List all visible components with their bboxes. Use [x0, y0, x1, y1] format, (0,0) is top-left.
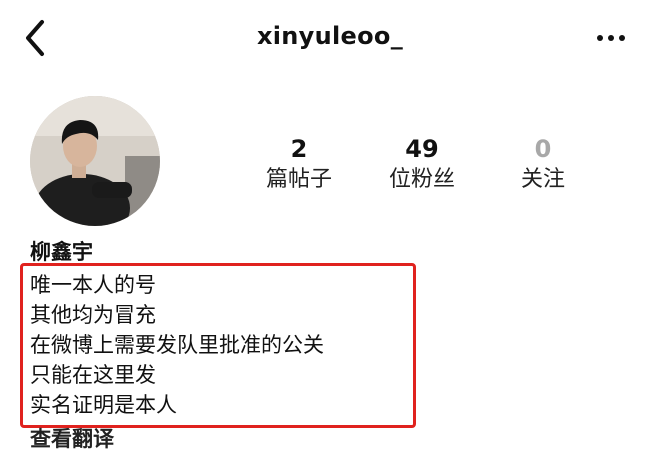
stat-posts[interactable]: 2 篇帖子: [244, 135, 354, 197]
following-label: 关注: [520, 167, 565, 192]
stat-followers[interactable]: 49 位粉丝: [367, 135, 477, 197]
profile-username: xinyuleoo_: [256, 22, 403, 50]
see-translation-link[interactable]: 查看翻译: [30, 423, 114, 453]
followers-count: 49: [405, 135, 439, 163]
highlight-box: [20, 263, 416, 428]
followers-label: 位粉丝: [388, 167, 455, 192]
posts-count: 2: [290, 135, 308, 163]
stat-following[interactable]: 0 关注: [488, 135, 598, 197]
top-bar: xinyuleoo_: [0, 0, 660, 80]
following-count: 0: [534, 135, 552, 163]
more-horizontal-icon: [597, 35, 625, 41]
display-name: 柳鑫宇: [30, 240, 93, 264]
avatar[interactable]: [30, 96, 160, 226]
profile-photo: [30, 96, 160, 226]
more-options-button[interactable]: [594, 24, 628, 52]
posts-label: 篇帖子: [265, 167, 332, 192]
